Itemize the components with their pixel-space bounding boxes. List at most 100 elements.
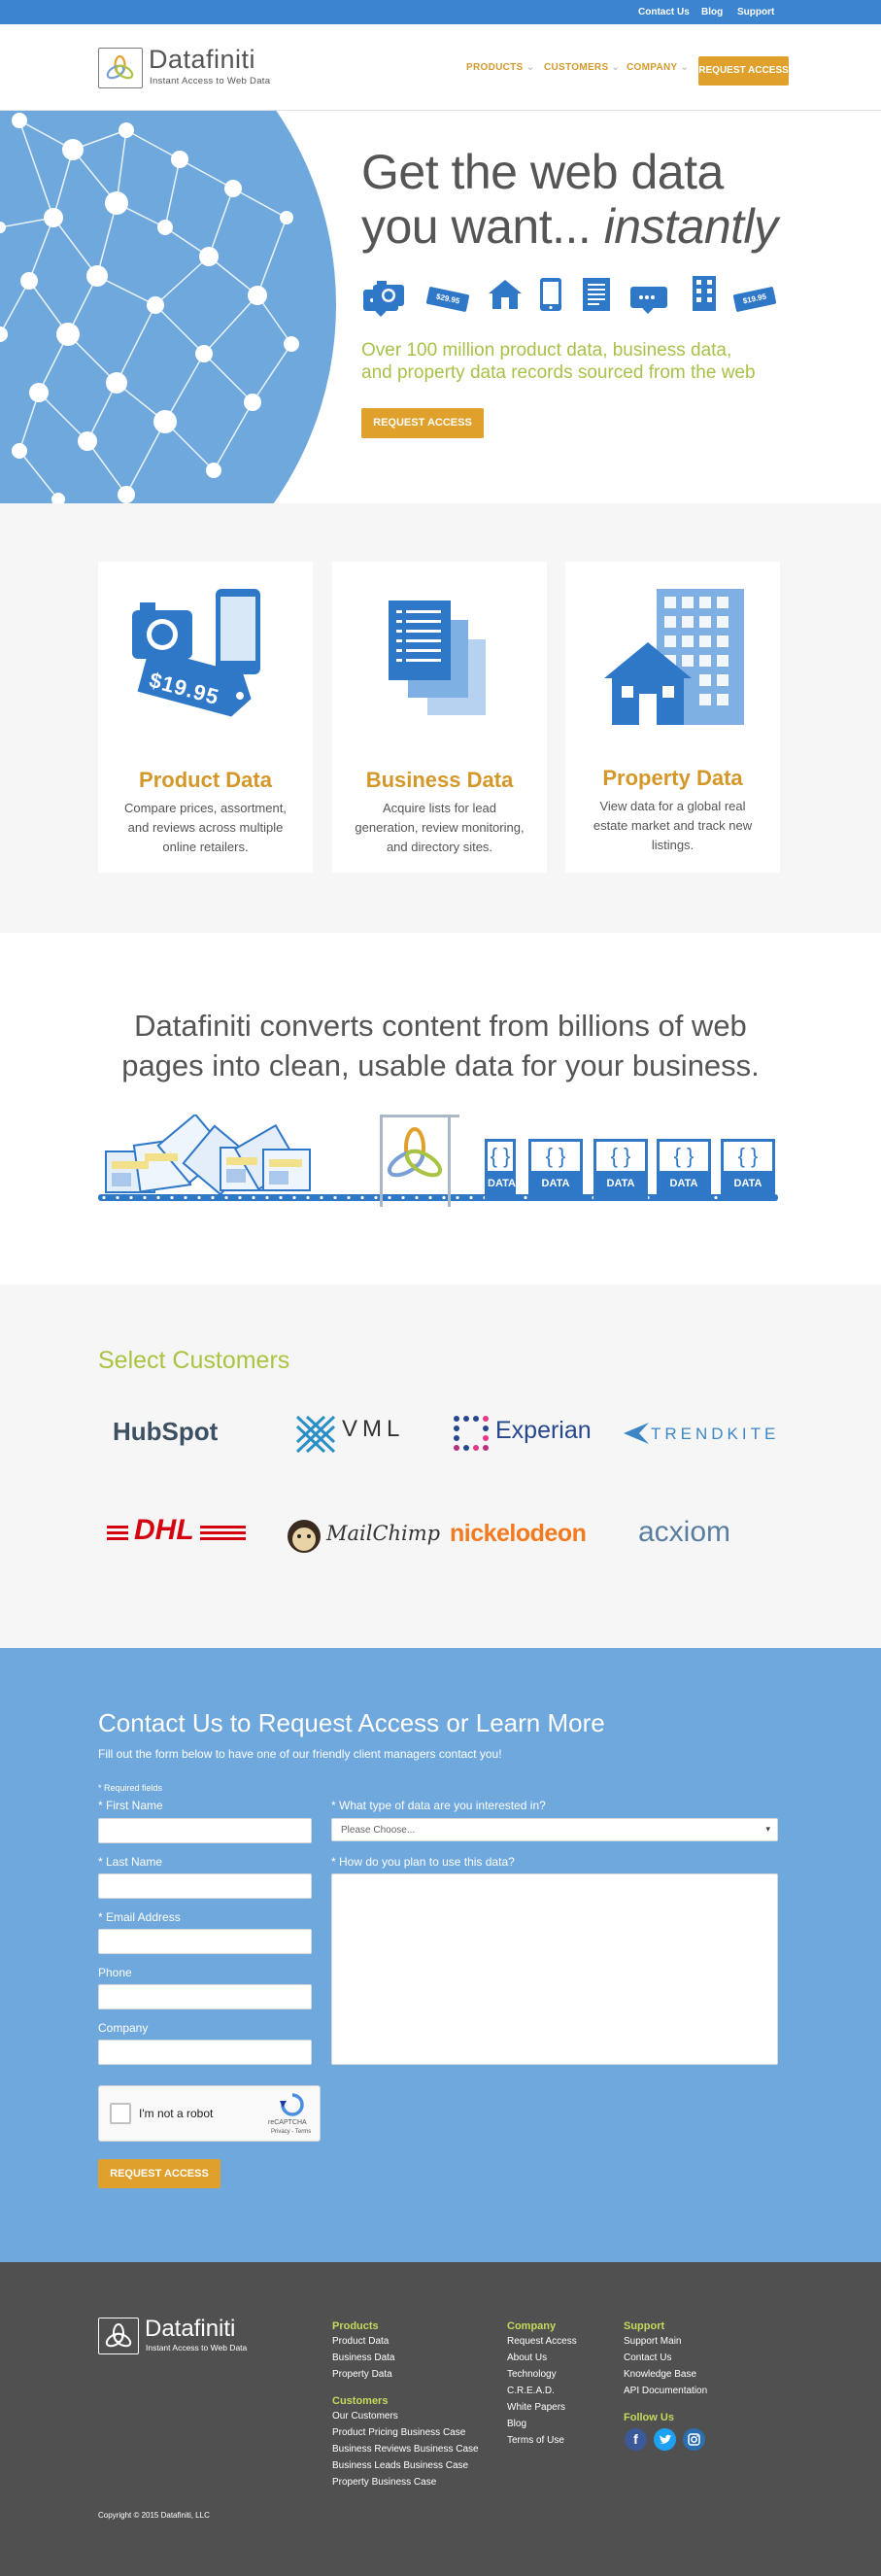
footer-link[interactable]: Product Pricing Business Case xyxy=(332,2427,465,2438)
converts-section: Datafiniti converts content from billion… xyxy=(0,933,881,1285)
mailchimp-freddie-icon xyxy=(288,1520,321,1553)
trendkite-mark-icon xyxy=(624,1423,649,1444)
footer-link[interactable]: Support Main xyxy=(624,2336,681,2347)
logo-mark-icon xyxy=(98,48,143,88)
footer-link[interactable]: Property Business Case xyxy=(332,2477,436,2488)
data-use-textarea[interactable] xyxy=(331,1873,778,2065)
footer-link[interactable]: Terms of Use xyxy=(507,2435,564,2446)
contact-subtitle: Fill out the form below to have one of o… xyxy=(98,1747,502,1761)
chat-bubble-icon xyxy=(630,287,667,308)
footer-follow-title: Follow Us xyxy=(624,2412,674,2423)
vml-mark-icon xyxy=(295,1415,336,1454)
data-type-label: * What type of data are you interested i… xyxy=(331,1799,546,1812)
footer-link[interactable]: White Papers xyxy=(507,2402,565,2413)
company-label: Company xyxy=(98,2021,149,2035)
contact-request-access-button[interactable]: REQUEST ACCESS xyxy=(98,2159,220,2188)
hero-subtitle-line1: Over 100 million product data, business … xyxy=(361,340,732,361)
company-field[interactable] xyxy=(98,2040,312,2065)
site-header: Datafiniti Instant Access to Web Data PR… xyxy=(0,24,881,111)
last-name-label: * Last Name xyxy=(98,1855,163,1869)
logo-name: Datafiniti xyxy=(149,45,256,74)
recaptcha-brand: reCAPTCHA xyxy=(268,2119,307,2126)
recaptcha-checkbox[interactable] xyxy=(110,2103,131,2124)
hubspot-logo: HubSpot xyxy=(113,1417,219,1446)
acxiom-logo: acxiom xyxy=(638,1516,731,1548)
property-data-icon xyxy=(604,589,744,725)
customers-section: Select Customers HubSpot VML Experian TR… xyxy=(0,1285,881,1648)
logo[interactable]: Datafiniti Instant Access to Web Data xyxy=(98,45,302,90)
data-box: { } DATA xyxy=(657,1139,711,1199)
data-type-select[interactable]: Please Choose... ▾ xyxy=(331,1818,778,1841)
recaptcha-privacy-links[interactable]: Privacy - Terms xyxy=(271,2129,311,2135)
property-data-card[interactable]: Property Data View data for a global rea… xyxy=(565,562,780,873)
top-utility-bar: Contact Us Blog Support xyxy=(0,0,881,24)
footer-link[interactable]: Contact Us xyxy=(624,2353,671,2363)
card-title: Property Data xyxy=(602,766,743,790)
footer-link[interactable]: API Documentation xyxy=(624,2386,707,2396)
logo-tagline: Instant Access to Web Data xyxy=(150,76,271,86)
copyright: Copyright © 2015 Datafiniti, LLC xyxy=(98,2511,210,2520)
footer-link[interactable]: Our Customers xyxy=(332,2411,398,2421)
nav-products[interactable]: PRODUCTS ⌄ xyxy=(466,62,534,73)
dhl-logo: DHL xyxy=(107,1514,246,1547)
recaptcha-logo-icon xyxy=(280,2093,304,2116)
footer-link[interactable]: Technology xyxy=(507,2369,557,2380)
footer-link[interactable]: Property Data xyxy=(332,2369,392,2380)
topbar-link-contact[interactable]: Contact Us xyxy=(638,7,690,17)
last-name-field[interactable] xyxy=(98,1873,312,1899)
nav-company[interactable]: COMPANY ⌄ xyxy=(627,62,689,73)
header-request-access-button[interactable]: REQUEST ACCESS xyxy=(698,56,789,86)
email-field[interactable] xyxy=(98,1929,312,1954)
nickelodeon-logo: nickelodeon xyxy=(450,1520,587,1547)
trendkite-wordmark: TRENDKITE xyxy=(651,1425,780,1443)
phone-icon xyxy=(540,278,561,311)
data-box: { } DATA xyxy=(485,1139,516,1199)
data-use-label: * How do you plan to use this data? xyxy=(331,1855,515,1869)
nav-customers[interactable]: CUSTOMERS ⌄ xyxy=(544,62,620,73)
phone-field[interactable] xyxy=(98,1984,312,2009)
vml-wordmark: VML xyxy=(342,1416,405,1442)
instagram-icon[interactable] xyxy=(683,2428,705,2451)
card-description: View data for a global real estate marke… xyxy=(593,799,753,852)
first-name-field[interactable] xyxy=(98,1818,312,1843)
customers-title: Select Customers xyxy=(98,1347,290,1374)
site-footer: Datafiniti Instant Access to Web Data Pr… xyxy=(0,2262,881,2576)
network-globe-icon xyxy=(0,111,336,503)
footer-link[interactable]: Blog xyxy=(507,2419,526,2429)
footer-logo-name: Datafiniti xyxy=(145,2316,236,2342)
recaptcha-widget: I'm not a robot reCAPTCHA Privacy - Term… xyxy=(98,2085,321,2142)
chevron-down-icon: ⌄ xyxy=(611,62,621,73)
business-data-card[interactable]: Business Data Acquire lists for lead gen… xyxy=(332,562,547,873)
experian-dots-icon xyxy=(454,1416,489,1451)
converts-headline-line1: Datafiniti converts content from billion… xyxy=(134,1009,747,1043)
footer-link[interactable]: Business Leads Business Case xyxy=(332,2460,468,2471)
card-title: Business Data xyxy=(365,768,514,792)
camera-icon xyxy=(373,281,404,306)
footer-logo[interactable]: Datafiniti Instant Access to Web Data xyxy=(98,2316,283,2356)
mailchimp-wordmark: MailChimp xyxy=(326,1522,441,1545)
footer-link[interactable]: C.R.E.A.D. xyxy=(507,2386,555,2396)
email-label: * Email Address xyxy=(98,1910,181,1924)
topbar-link-blog[interactable]: Blog xyxy=(701,7,723,17)
footer-link[interactable]: Request Access xyxy=(507,2336,577,2347)
data-type-select-value: Please Choose... xyxy=(341,1825,416,1836)
twitter-icon[interactable] xyxy=(654,2428,676,2451)
data-box: { } DATA xyxy=(528,1139,583,1199)
topbar-link-support[interactable]: Support xyxy=(737,7,774,17)
hero-section: Get the web data you want... instantly $… xyxy=(0,111,881,503)
first-name-label: * First Name xyxy=(98,1799,163,1812)
product-data-card[interactable]: $19.95 Product Data Compare prices, asso… xyxy=(98,562,313,873)
footer-logo-tagline: Instant Access to Web Data xyxy=(146,2343,248,2353)
footer-logo-mark-icon xyxy=(98,2318,139,2354)
footer-link[interactable]: About Us xyxy=(507,2353,547,2363)
experian-wordmark: Experian xyxy=(495,1417,592,1444)
hero-request-access-button[interactable]: REQUEST ACCESS xyxy=(361,408,484,438)
footer-link[interactable]: Knowledge Base xyxy=(624,2369,696,2380)
document-icon xyxy=(583,278,610,311)
footer-link[interactable]: Business Reviews Business Case xyxy=(332,2444,479,2455)
product-features-section: $19.95 Product Data Compare prices, asso… xyxy=(0,503,881,933)
footer-link[interactable]: Product Data xyxy=(332,2336,389,2347)
facebook-icon[interactable]: f xyxy=(625,2428,647,2451)
footer-link[interactable]: Business Data xyxy=(332,2353,394,2363)
required-note: * Required fields xyxy=(98,1783,163,1793)
